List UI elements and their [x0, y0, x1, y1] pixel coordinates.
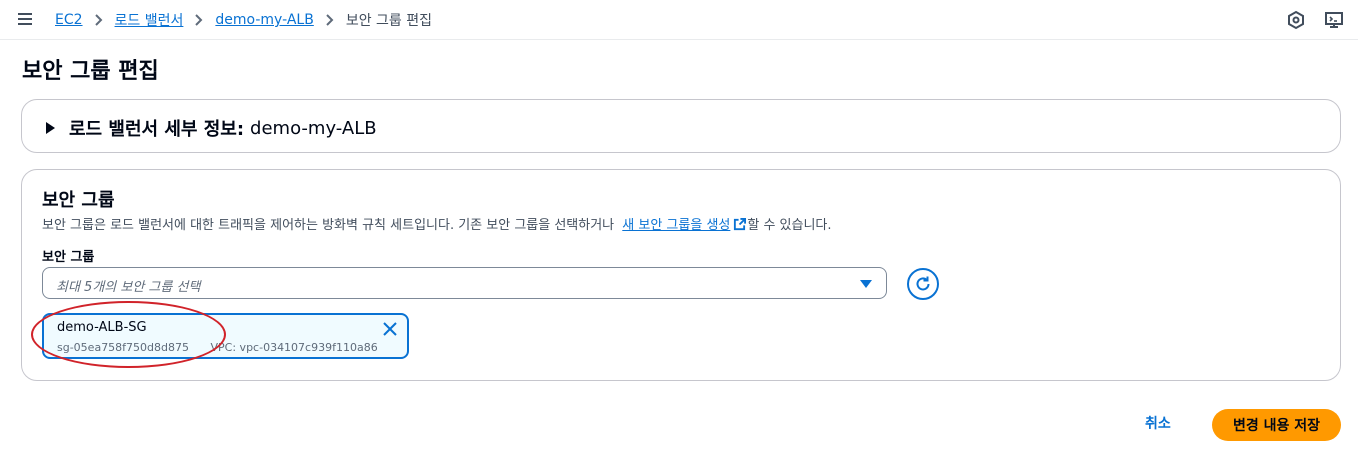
caret-right-icon	[46, 122, 55, 134]
breadcrumb-ec2[interactable]: EC2	[55, 12, 83, 28]
load-balancer-details-panel: 로드 밸런서 세부 정보: demo-my-ALB	[21, 99, 1341, 153]
details-expand-toggle[interactable]: 로드 밸런서 세부 정보: demo-my-ALB	[46, 115, 377, 141]
token-meta: sg-05ea758f750d8d875 VPC: vpc-034107c939…	[57, 341, 378, 354]
hamburger-menu-icon[interactable]	[18, 11, 36, 27]
breadcrumb-current: 보안 그룹 편집	[345, 13, 432, 29]
token-name: demo-ALB-SG	[57, 320, 147, 335]
create-security-group-link[interactable]: 새 보안 그룹을 생성	[622, 218, 747, 233]
selected-security-group-token: demo-ALB-SG sg-05ea758f750d8d875 VPC: vp…	[42, 313, 409, 359]
chevron-right-icon	[94, 14, 103, 26]
cancel-button[interactable]: 취소	[1145, 413, 1171, 433]
chevron-right-icon	[326, 14, 334, 26]
security-group-heading: 보안 그룹	[42, 190, 115, 211]
security-group-description: 보안 그룹은 로드 밸런서에 대한 트래픽을 제어하는 방화벽 규칙 세트입니다…	[42, 214, 832, 233]
close-icon[interactable]	[383, 321, 397, 336]
security-group-panel: 보안 그룹 보안 그룹은 로드 밸런서에 대한 트래픽을 제어하는 방화벽 규칙…	[21, 169, 1341, 381]
security-group-field-label: 보안 그룹	[42, 250, 95, 265]
refresh-button[interactable]	[907, 268, 939, 300]
token-vpc-id: VPC: vpc-034107c939f110a86	[210, 341, 378, 354]
refresh-icon	[916, 276, 930, 291]
chevron-right-icon	[195, 14, 203, 26]
details-value: demo-my-ALB	[250, 117, 377, 139]
caret-down-icon	[860, 280, 872, 288]
breadcrumb-load-balancers[interactable]: 로드 밸런서	[115, 10, 184, 30]
description-text-end: 할 수 있습니다.	[747, 218, 832, 233]
save-changes-button[interactable]: 변경 내용 저장	[1212, 409, 1341, 441]
select-placeholder: 최대 5개의 보안 그룹 선택	[56, 280, 201, 295]
hexagon-settings-icon[interactable]	[1286, 10, 1306, 30]
page-title: 보안 그룹 편집	[22, 59, 159, 84]
top-navigation-bar: EC2 로드 밸런서 demo-my-ALB 보안 그룹 편집	[0, 0, 1358, 40]
monitor-console-icon[interactable]	[1324, 10, 1344, 30]
breadcrumb-demo-my-alb[interactable]: demo-my-ALB	[215, 12, 313, 28]
breadcrumb: EC2 로드 밸런서 demo-my-ALB 보안 그룹 편집	[55, 10, 432, 30]
token-sg-id: sg-05ea758f750d8d875	[57, 341, 190, 354]
security-group-select[interactable]: 최대 5개의 보안 그룹 선택	[42, 267, 887, 299]
description-text: 보안 그룹은 로드 밸런서에 대한 트래픽을 제어하는 방화벽 규칙 세트입니다…	[42, 218, 615, 233]
details-label: 로드 밸런서 세부 정보:	[69, 119, 245, 140]
external-link-icon	[734, 218, 747, 231]
